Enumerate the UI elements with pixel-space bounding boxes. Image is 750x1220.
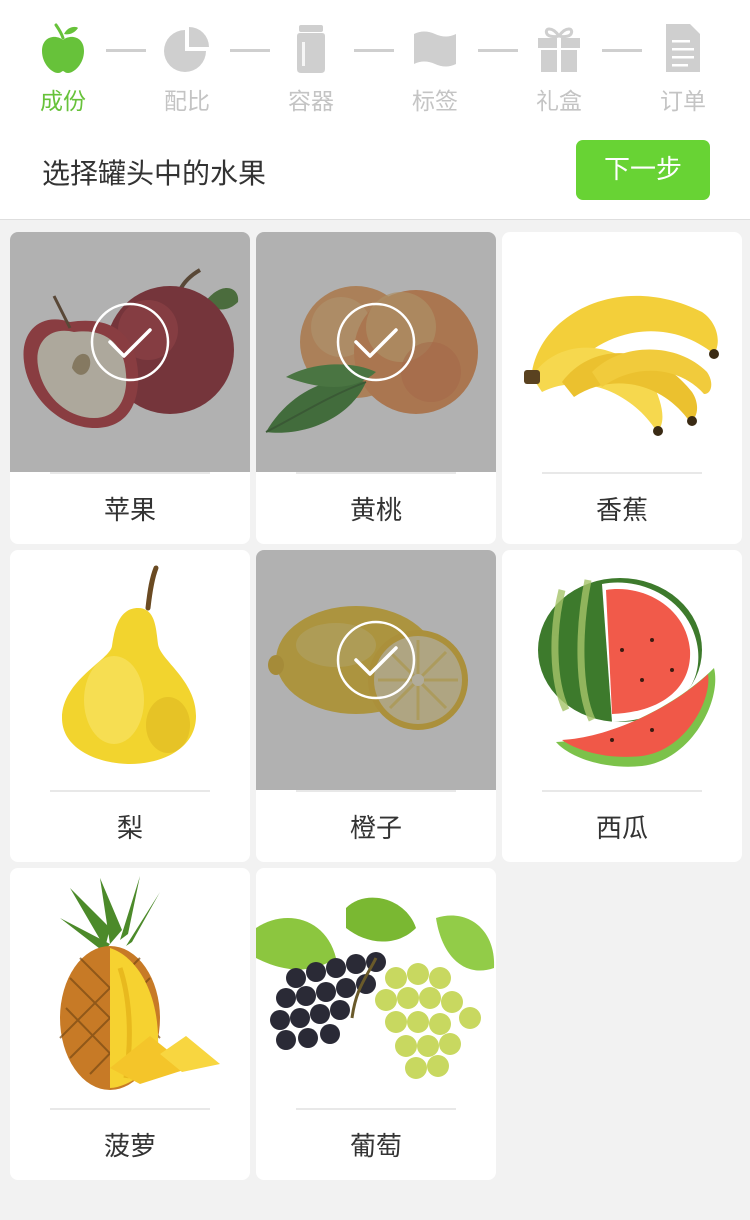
pineapple-image xyxy=(10,868,250,1108)
fruit-card-apple[interactable]: 苹果 xyxy=(10,232,250,544)
pie-chart-icon xyxy=(164,27,209,72)
fruit-card-orange[interactable]: 橙子 xyxy=(256,550,496,862)
watermelon-image xyxy=(502,550,742,790)
pear-image xyxy=(10,550,250,790)
fruit-card-banana[interactable]: 香蕉 xyxy=(502,232,742,544)
step-label: 配比 xyxy=(164,89,210,115)
step-label: 容器 xyxy=(288,89,334,115)
flag-icon xyxy=(414,31,456,67)
apple-icon xyxy=(42,23,84,73)
gift-box-icon xyxy=(538,27,580,72)
divider xyxy=(296,472,456,474)
fruit-card-watermelon[interactable]: 西瓜 xyxy=(502,550,742,862)
check-icon xyxy=(336,302,416,382)
step-ingredients[interactable]: 成份 xyxy=(18,22,108,118)
divider xyxy=(542,472,702,474)
step-label-design[interactable]: 标签 xyxy=(390,22,480,118)
fruit-name: 葡萄 xyxy=(349,1132,402,1162)
subheader: 选择罐头中的水果 下一步 xyxy=(0,140,750,200)
divider xyxy=(296,1108,456,1110)
fruit-name: 梨 xyxy=(116,814,143,844)
step-label: 标签 xyxy=(412,89,458,115)
header: 成份 配比 容器 标签 礼盒 订单 选择罐头中的水果 下一步 xyxy=(0,0,750,220)
fruit-card-pear[interactable]: 梨 xyxy=(10,550,250,862)
fruit-card-grape[interactable]: 葡萄 xyxy=(256,868,496,1180)
step-connector xyxy=(354,49,394,52)
fruit-name: 菠萝 xyxy=(103,1132,156,1162)
document-icon xyxy=(666,24,700,72)
step-label: 订单 xyxy=(660,89,706,115)
fruit-name: 黄桃 xyxy=(349,496,402,526)
step-connector xyxy=(478,49,518,52)
check-icon xyxy=(90,302,170,382)
fruit-card-pineapple[interactable]: 菠萝 xyxy=(10,868,250,1180)
divider xyxy=(50,472,210,474)
divider xyxy=(50,790,210,792)
fruit-name: 香蕉 xyxy=(595,496,648,526)
step-order[interactable]: 订单 xyxy=(638,22,728,118)
divider xyxy=(542,790,702,792)
page-title: 选择罐头中的水果 xyxy=(42,157,267,190)
check-icon xyxy=(336,620,416,700)
divider xyxy=(296,790,456,792)
banana-image xyxy=(502,232,742,472)
divider xyxy=(50,1108,210,1110)
jar-icon xyxy=(297,25,325,73)
fruit-name: 橙子 xyxy=(349,814,402,844)
next-step-button[interactable]: 下一步 xyxy=(576,140,710,200)
step-ratio[interactable]: 配比 xyxy=(142,22,232,118)
step-label: 礼盒 xyxy=(536,89,582,115)
step-gift-box[interactable]: 礼盒 xyxy=(514,22,604,118)
step-label: 成份 xyxy=(40,89,86,115)
fruit-name: 苹果 xyxy=(103,496,156,526)
step-container[interactable]: 容器 xyxy=(266,22,356,118)
step-connector xyxy=(230,49,270,52)
grape-image xyxy=(256,868,496,1108)
step-connector xyxy=(602,49,642,52)
step-connector xyxy=(106,49,146,52)
step-progress: 成份 配比 容器 标签 礼盒 订单 xyxy=(0,22,750,118)
fruit-name: 西瓜 xyxy=(595,814,648,844)
fruit-card-peach[interactable]: 黄桃 xyxy=(256,232,496,544)
